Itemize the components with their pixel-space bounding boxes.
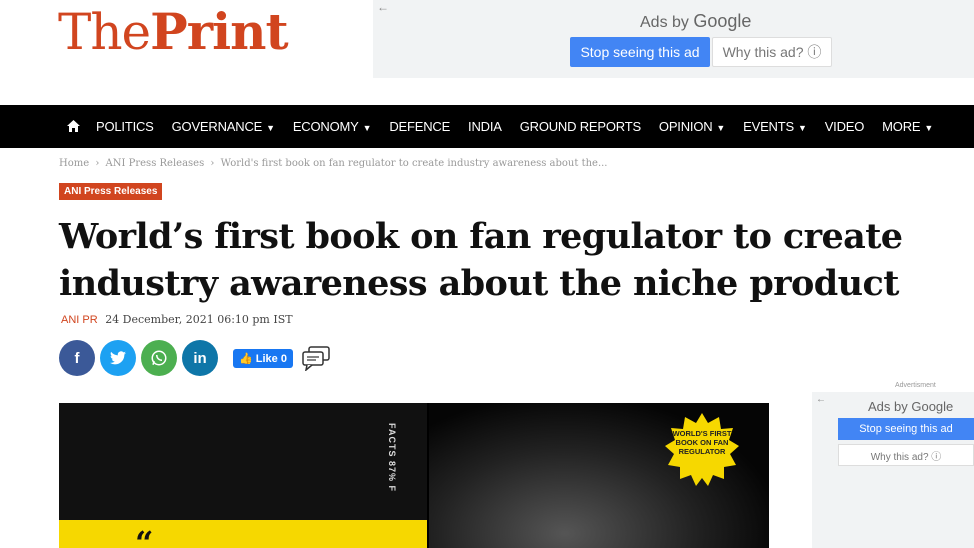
nav-item-video[interactable]: VIDEO [825,119,865,134]
chevron-down-icon: ▼ [266,123,275,133]
book-cover-yellow-band [59,520,429,548]
facebook-icon: f [74,349,80,367]
cover-vertical-text: FACTS 87% F [387,423,397,493]
nav-item-economy[interactable]: ECONOMY ▼ [293,119,372,134]
stop-seeing-ad-button[interactable]: Stop seeing this ad [570,37,710,67]
breadcrumb-current: World's first book on fan regulator to c… [220,158,608,169]
why-this-ad-button[interactable]: Why this ad? ⓘ [712,37,832,67]
why-this-ad-button[interactable]: Why this ad? ⓘ [838,444,974,466]
nav-item-india[interactable]: INDIA [468,119,502,134]
nav-item-politics[interactable]: POLITICS [96,119,154,134]
byline: ANI PR 24 December, 2021 06:10 pm IST [61,313,293,326]
breadcrumb-home[interactable]: Home [59,158,89,169]
side-ad-panel: ← Ads by Google Stop seeing this ad Why … [812,392,974,548]
breadcrumb: Home › ANI Press Releases › World's firs… [59,158,610,169]
logo-part-the: The [58,3,151,61]
author-link[interactable]: ANI PR [61,314,98,326]
ads-by-text: Ads by [640,14,689,31]
facebook-like-button[interactable]: 👍 Like 0 [233,348,293,368]
stop-seeing-ad-button[interactable]: Stop seeing this ad [838,418,974,440]
book-badge: WORLD'S FIRST BOOK ON FAN REGULATOR [663,411,741,489]
ad-back-arrow-icon[interactable]: ← [377,0,389,14]
nav-item-events[interactable]: EVENTS ▼ [743,119,807,134]
home-icon[interactable] [67,119,80,135]
nav-item-defence[interactable]: DEFENCE [389,119,450,134]
ads-by-google-label: Ads by Google [868,399,954,414]
top-ad-panel: ← Ads by Google Stop seeing this ad Why … [373,0,974,78]
breadcrumb-separator: › [95,158,100,169]
nav-item-opinion[interactable]: OPINION ▼ [659,119,725,134]
ad-back-arrow-icon[interactable]: ← [816,394,826,405]
nav-item-more[interactable]: MORE ▼ [882,119,933,134]
category-badge[interactable]: ANI Press Releases [59,183,163,200]
whatsapp-share-button[interactable] [141,340,177,376]
twitter-share-button[interactable] [100,340,136,376]
advertisement-label: Advertisment [895,382,936,389]
share-bar: f in 👍 Like 0 [59,340,331,376]
theprint-logo[interactable]: ThePrint [58,2,289,61]
badge-text: WORLD'S FIRST BOOK ON FAN REGULATOR [672,429,732,456]
article-featured-image: “ FACTS 87% F WORLD'S FIRST BOOK ON FAN … [59,403,769,548]
quote-mark: “ [135,524,154,548]
breadcrumb-section[interactable]: ANI Press Releases [106,158,205,169]
linkedin-share-button[interactable]: in [182,340,218,376]
comment-icon[interactable] [301,345,331,371]
facebook-share-button[interactable]: f [59,340,95,376]
breadcrumb-separator: › [210,158,215,169]
twitter-icon [110,351,126,365]
chevron-down-icon: ▼ [924,123,934,133]
whatsapp-icon [151,350,167,366]
article-title: World’s first book on fan regulator to c… [59,216,903,304]
chevron-down-icon: ▼ [716,123,726,133]
main-nav: POLITICS GOVERNANCE ▼ ECONOMY ▼ DEFENCE IN… [0,105,974,148]
logo-part-print: Print [150,2,288,61]
google-wordmark: Google [693,11,752,31]
publish-date: 24 December, 2021 06:10 pm IST [105,313,293,326]
chevron-down-icon: ▼ [797,123,807,133]
nav-item-governance[interactable]: GOVERNANCE ▼ [172,119,275,134]
nav-item-ground-reports[interactable]: GROUND REPORTS [520,119,641,134]
linkedin-icon: in [193,349,207,367]
ads-by-google-label: Ads by Google [640,11,751,32]
chevron-down-icon: ▼ [362,123,372,133]
